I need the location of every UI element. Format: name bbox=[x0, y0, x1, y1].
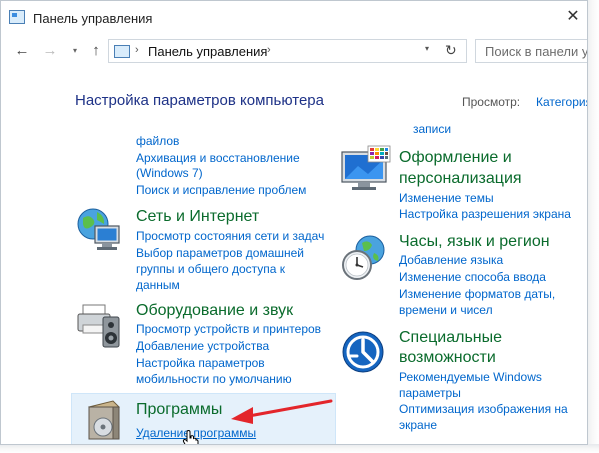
printer-speaker-icon[interactable] bbox=[75, 301, 125, 351]
category-programs-title[interactable]: Программы bbox=[136, 400, 222, 420]
ease-of-access-icon[interactable] bbox=[341, 330, 387, 376]
access-link[interactable]: экране bbox=[399, 418, 437, 432]
programs-disc-box-icon[interactable] bbox=[83, 397, 123, 443]
hand-cursor-icon bbox=[182, 430, 200, 444]
system-link[interactable]: Поиск и исправление проблем bbox=[136, 183, 306, 197]
address-dropdown-icon[interactable]: ▾ bbox=[425, 44, 429, 53]
appearance-link[interactable]: Изменение темы bbox=[399, 191, 494, 205]
system-link[interactable]: (Windows 7) bbox=[136, 166, 203, 180]
breadcrumb-separator[interactable]: › bbox=[135, 44, 139, 56]
control-panel-window: Панель управления ✕ ← → ▾ ↑ › Панель упр… bbox=[0, 0, 588, 445]
network-link[interactable]: данным bbox=[136, 278, 180, 292]
control-panel-icon bbox=[114, 45, 130, 58]
breadcrumb-control-panel[interactable]: Панель управления bbox=[148, 44, 267, 59]
access-link[interactable]: Рекомендуемые Windows bbox=[399, 370, 542, 384]
system-link[interactable]: файлов bbox=[136, 134, 179, 148]
hardware-link[interactable]: Просмотр устройств и принтеров bbox=[136, 322, 321, 336]
back-icon[interactable]: ← bbox=[13, 41, 31, 61]
view-by-label: Просмотр: bbox=[462, 95, 521, 109]
clock-link[interactable]: Изменение способа ввода bbox=[399, 270, 546, 284]
access-link[interactable]: Оптимизация изображения на bbox=[399, 402, 568, 416]
up-icon[interactable]: ↑ bbox=[87, 41, 105, 61]
network-link[interactable]: группы и общего доступа к bbox=[136, 262, 285, 276]
category-clock-title[interactable]: Часы, язык и регион bbox=[399, 232, 550, 252]
breadcrumb-separator[interactable]: › bbox=[267, 44, 271, 56]
screenshot-edge bbox=[0, 444, 599, 453]
category-appearance-title[interactable]: Оформление и bbox=[399, 148, 512, 168]
title-bar: Панель управления ✕ bbox=[1, 1, 587, 34]
account-link[interactable]: записи bbox=[413, 122, 451, 136]
category-network-title[interactable]: Сеть и Интернет bbox=[136, 207, 259, 227]
forward-icon[interactable]: → bbox=[41, 41, 59, 61]
recent-locations-chevron-icon[interactable]: ▾ bbox=[69, 41, 81, 61]
clock-link[interactable]: Добавление языка bbox=[399, 253, 503, 267]
hardware-link[interactable]: Настройка параметров bbox=[136, 356, 265, 370]
category-hardware-title[interactable]: Оборудование и звук bbox=[136, 301, 293, 321]
hardware-link[interactable]: мобильности по умолчанию bbox=[136, 372, 292, 386]
close-icon[interactable]: ✕ bbox=[561, 5, 585, 29]
clock-link[interactable]: времени и чисел bbox=[399, 303, 493, 317]
category-access-title[interactable]: Специальные bbox=[399, 328, 502, 348]
refresh-icon[interactable]: ↻ bbox=[445, 42, 457, 59]
network-globe-icon[interactable] bbox=[75, 206, 123, 252]
address-bar[interactable]: › Панель управления › ▾ ↻ bbox=[108, 39, 467, 63]
search-placeholder: Поиск в панели управления bbox=[485, 44, 588, 59]
system-link[interactable]: Архивация и восстановление bbox=[136, 151, 300, 165]
window-title: Панель управления bbox=[33, 11, 153, 26]
personalization-monitor-icon[interactable] bbox=[340, 144, 392, 194]
view-by-dropdown[interactable]: Категория bbox=[536, 95, 587, 109]
page-title: Настройка параметров компьютера bbox=[75, 92, 324, 109]
network-link[interactable]: Просмотр состояния сети и задач bbox=[136, 229, 324, 243]
appearance-link[interactable]: Настройка разрешения экрана bbox=[399, 207, 571, 221]
access-link[interactable]: параметры bbox=[399, 386, 461, 400]
control-panel-icon bbox=[9, 10, 25, 24]
category-access-title[interactable]: возможности bbox=[399, 348, 496, 368]
clock-globe-icon[interactable] bbox=[340, 233, 390, 283]
search-input[interactable]: Поиск в панели управления bbox=[475, 39, 588, 63]
network-link[interactable]: Выбор параметров домашней bbox=[136, 246, 304, 260]
clock-link[interactable]: Изменение форматов даты, bbox=[399, 287, 555, 301]
hardware-link[interactable]: Добавление устройства bbox=[136, 339, 269, 353]
red-arrow-annotation bbox=[229, 397, 335, 427]
category-appearance-title[interactable]: персонализация bbox=[399, 169, 522, 189]
